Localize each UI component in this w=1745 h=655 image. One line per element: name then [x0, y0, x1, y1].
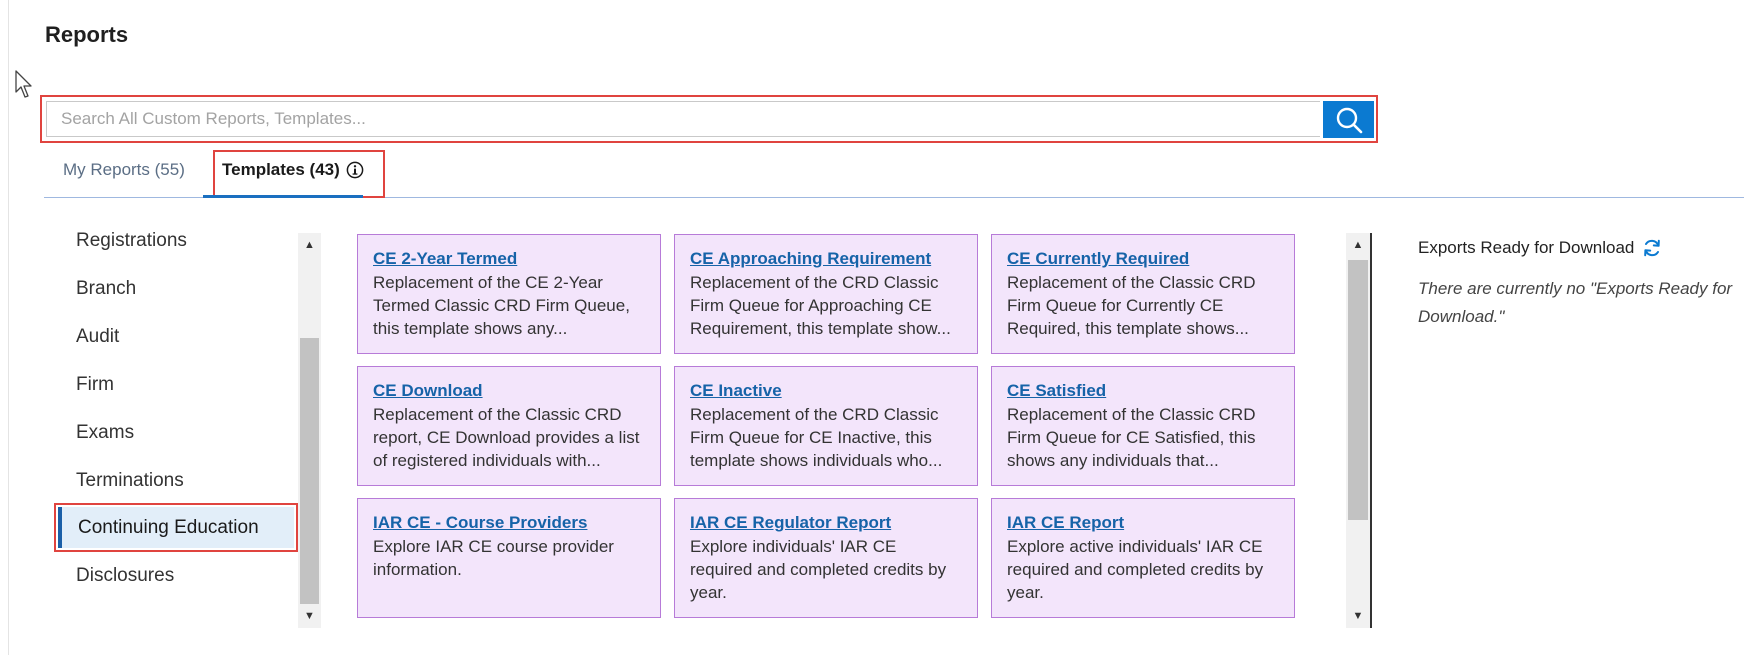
category-audit[interactable]: Audit: [76, 326, 119, 348]
search-button[interactable]: [1323, 101, 1374, 138]
template-card-description: Replacement of the Classic CRD Firm Queu…: [1007, 405, 1256, 470]
template-card-description: Replacement of the CRD Classic Firm Queu…: [690, 405, 943, 470]
template-card[interactable]: CE Satisfied Replacement of the Classic …: [991, 366, 1295, 486]
search-icon: [1336, 107, 1362, 133]
template-card[interactable]: CE Download Replacement of the Classic C…: [357, 366, 661, 486]
category-terminations[interactable]: Terminations: [76, 470, 184, 492]
template-card[interactable]: CE Currently Required Replacement of the…: [991, 234, 1295, 354]
category-exams[interactable]: Exams: [76, 422, 134, 444]
category-continuing-education[interactable]: Continuing Education: [58, 507, 294, 548]
template-card-description: Explore IAR CE course provider informati…: [373, 537, 614, 579]
template-card-description: Replacement of the CE 2-Year Termed Clas…: [373, 273, 630, 338]
category-registrations[interactable]: Registrations: [76, 230, 187, 252]
page-title: Reports: [45, 22, 129, 47]
exports-header: Exports Ready for Download: [1418, 238, 1662, 258]
template-card-description: Replacement of the Classic CRD report, C…: [373, 405, 640, 470]
templates-scrollbar-thumb[interactable]: [1348, 260, 1368, 520]
search-highlight-frame: [40, 95, 1378, 143]
template-card-title[interactable]: CE Inactive: [690, 381, 962, 401]
scroll-down-arrow-icon[interactable]: ▼: [1346, 607, 1370, 625]
info-icon[interactable]: [346, 161, 364, 179]
templates-scrollbar[interactable]: ▲ ▼: [1346, 233, 1370, 628]
search-input[interactable]: [46, 101, 1320, 137]
panel-divider: [1370, 233, 1372, 628]
tab-active-underline: [203, 195, 363, 198]
template-card[interactable]: IAR CE Regulator Report Explore individu…: [674, 498, 978, 618]
template-card[interactable]: CE Approaching Requirement Replacement o…: [674, 234, 978, 354]
category-scrollbar[interactable]: ▲ ▼: [298, 233, 321, 628]
category-disclosures[interactable]: Disclosures: [76, 565, 174, 587]
scroll-up-arrow-icon[interactable]: ▲: [1346, 236, 1370, 254]
tab-my-reports[interactable]: My Reports (55): [63, 160, 185, 180]
template-card-description: Explore individuals' IAR CE required and…: [690, 537, 947, 602]
template-card-title[interactable]: IAR CE - Course Providers: [373, 513, 645, 533]
tab-templates[interactable]: Templates (43): [222, 160, 364, 180]
category-branch[interactable]: Branch: [76, 278, 136, 300]
template-card[interactable]: IAR CE - Course Providers Explore IAR CE…: [357, 498, 661, 618]
template-card-title[interactable]: CE Download: [373, 381, 645, 401]
template-card-title[interactable]: IAR CE Regulator Report: [690, 513, 962, 533]
exports-title: Exports Ready for Download: [1418, 238, 1635, 257]
template-card[interactable]: CE 2-Year Termed Replacement of the CE 2…: [357, 234, 661, 354]
template-card-title[interactable]: CE Currently Required: [1007, 249, 1279, 269]
left-edge-divider: [8, 0, 9, 655]
template-card-title[interactable]: IAR CE Report: [1007, 513, 1279, 533]
tab-templates-label: Templates (43): [222, 160, 340, 179]
template-card[interactable]: CE Inactive Replacement of the CRD Class…: [674, 366, 978, 486]
refresh-icon[interactable]: [1642, 238, 1662, 258]
template-card-title[interactable]: CE Approaching Requirement: [690, 249, 962, 269]
template-card[interactable]: IAR CE Report Explore active individuals…: [991, 498, 1295, 618]
category-scrollbar-thumb[interactable]: [300, 338, 319, 604]
template-card-title[interactable]: CE 2-Year Termed: [373, 249, 645, 269]
template-card-title[interactable]: CE Satisfied: [1007, 381, 1279, 401]
template-card-description: Explore active individuals' IAR CE requi…: [1007, 537, 1264, 602]
category-firm[interactable]: Firm: [76, 374, 114, 396]
scroll-up-arrow-icon[interactable]: ▲: [298, 236, 321, 254]
template-card-description: Replacement of the Classic CRD Firm Queu…: [1007, 273, 1256, 338]
scroll-down-arrow-icon[interactable]: ▼: [298, 607, 321, 625]
template-card-description: Replacement of the CRD Classic Firm Queu…: [690, 273, 951, 338]
exports-empty-message: There are currently no "Exports Ready fo…: [1418, 279, 1733, 326]
mouse-pointer-icon: [15, 70, 32, 98]
